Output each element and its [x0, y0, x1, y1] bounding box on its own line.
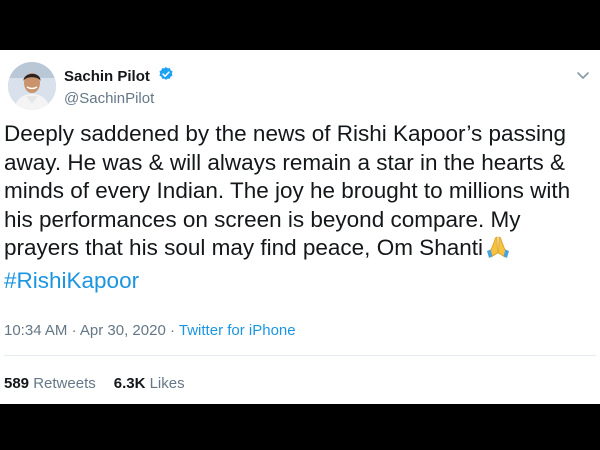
tweet-text: Deeply saddened by the news of Rishi Kap…	[4, 120, 596, 295]
likes-stat[interactable]: 6.3K Likes	[114, 375, 185, 392]
likes-label: Likes	[149, 375, 185, 392]
meta-separator: ·	[71, 322, 77, 339]
tweet-stats: 589 Retweets 6.3K Likes	[4, 375, 185, 392]
retweets-stat[interactable]: 589 Retweets	[4, 375, 96, 392]
folded-hands-icon	[485, 235, 511, 267]
author-display-name[interactable]: Sachin Pilot	[64, 68, 150, 85]
meta-separator: ·	[169, 322, 175, 339]
likes-count: 6.3K	[113, 375, 146, 392]
tweet-meta: 10:34 AM · Apr 30, 2020 · Twitter for iP…	[4, 322, 296, 339]
author-block: Sachin Pilot @SachinPilot	[64, 66, 174, 107]
author-handle[interactable]: @SachinPilot	[64, 90, 174, 107]
verified-badge-icon	[158, 66, 174, 87]
tweet-source-link[interactable]: Twitter for iPhone	[179, 322, 296, 339]
tweet-card: Sachin Pilot @SachinPilot Deeply saddene…	[0, 50, 600, 404]
divider	[4, 355, 596, 356]
avatar[interactable]	[8, 62, 56, 110]
retweets-label: Retweets	[33, 375, 96, 392]
tweet-header: Sachin Pilot @SachinPilot	[8, 60, 592, 116]
hashtag-link[interactable]: #RishiKapoor	[4, 268, 139, 293]
chevron-down-icon[interactable]	[576, 68, 590, 86]
tweet-date[interactable]: Apr 30, 2020	[80, 322, 166, 339]
retweets-count: 589	[4, 375, 30, 392]
tweet-time[interactable]: 10:34 AM	[4, 322, 67, 339]
